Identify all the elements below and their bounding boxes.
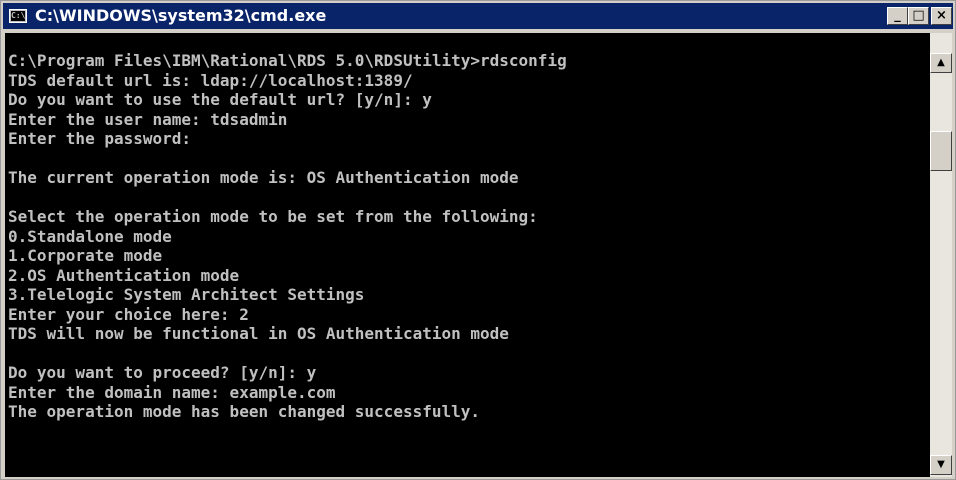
console-line: 1.Corporate mode [8, 246, 163, 265]
console-line: 3.Telelogic System Architect Settings [8, 285, 365, 304]
window-title: C:\WINDOWS\system32\cmd.exe [35, 6, 327, 25]
console-line: Select the operation mode to be set from… [8, 207, 538, 226]
cmd-icon[interactable]: C:\ [9, 9, 27, 23]
console-line: TDS will now be functional in OS Authent… [8, 324, 509, 343]
console-line: The operation mode has been changed succ… [8, 402, 481, 421]
minimize-button[interactable]: _ [887, 7, 908, 25]
close-button[interactable]: × [931, 7, 952, 25]
cmd-window: C:\ C:\WINDOWS\system32\cmd.exe _ □ × C:… [0, 0, 956, 480]
console-output[interactable]: C:\Program Files\IBM\Rational\RDS 5.0\RD… [5, 33, 930, 477]
scrollbar-thumb[interactable] [930, 131, 952, 171]
console-line: 2.OS Authentication mode [8, 265, 240, 285]
console-line: Enter the password: [8, 129, 192, 148]
console-line: Enter the user name: tdsadmin [8, 109, 288, 129]
scroll-down-button[interactable]: ▼ [930, 455, 952, 475]
maximize-button[interactable]: □ [908, 7, 929, 25]
console-line: Enter your choice here: 2 [8, 304, 249, 324]
console-line: 0.Standalone mode [8, 226, 172, 246]
scroll-up-button[interactable]: ▲ [930, 53, 952, 73]
console-line: Do you want to use the default url? [y/n… [8, 90, 432, 109]
console-text: C:\Program Files\IBM\Rational\RDS 5.0\RD… [5, 33, 930, 441]
console-line: Enter the domain name: example.com [8, 382, 336, 402]
title-bar[interactable]: C:\ C:\WINDOWS\system32\cmd.exe _ □ × [3, 3, 953, 29]
console-line: Do you want to proceed? [y/n]: y [8, 363, 317, 382]
console-line: The current operation mode is: OS Authen… [8, 168, 519, 187]
vertical-scrollbar[interactable]: ▲ ▼ [930, 33, 952, 477]
console-line: C:\Program Files\IBM\Rational\RDS 5.0\RD… [8, 51, 567, 70]
console-line: TDS default url is: ldap://localhost:138… [8, 70, 413, 90]
cmd-icon-glyph: C:\ [11, 11, 26, 21]
